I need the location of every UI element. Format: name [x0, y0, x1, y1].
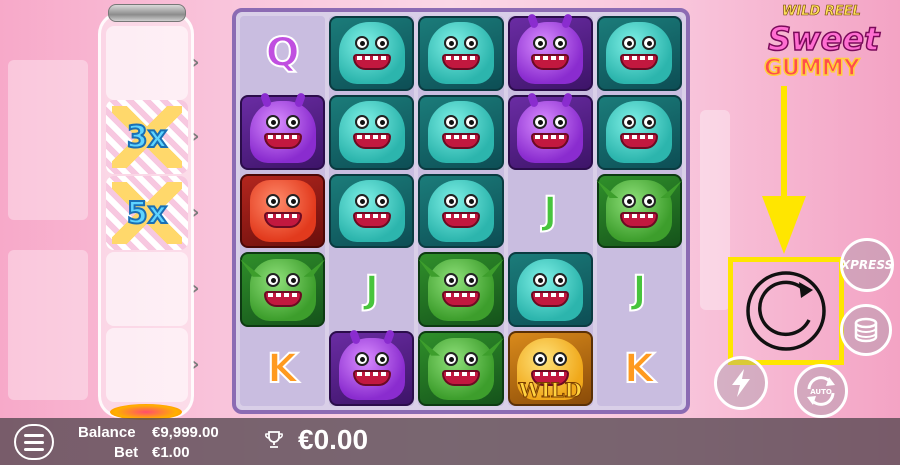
autoplay-icon: AUTO: [807, 376, 835, 406]
reel-column: J: [329, 16, 415, 406]
purple-monster-icon: [517, 13, 584, 85]
reel-symbol-monster-purple: [507, 13, 593, 91]
background-shelf: [700, 110, 730, 310]
bet-coins-button[interactable]: [840, 304, 892, 356]
balance-value: €9,999.00: [152, 424, 219, 441]
reel-symbol-monster-red: [240, 173, 326, 249]
reel-symbol-letter-J: J: [329, 252, 414, 327]
trophy-icon: [265, 431, 283, 448]
turbo-button[interactable]: [714, 356, 768, 410]
reel-symbol-monster-purple: [507, 92, 593, 170]
multiplier-slot: [106, 26, 188, 100]
multiplier-label: 3x: [126, 119, 168, 156]
reel-symbol-letter-K: K: [240, 331, 325, 406]
purple-monster-icon: [338, 328, 405, 400]
reel-symbol-letter-Q: Q: [240, 16, 325, 91]
annotation-arrow: [762, 196, 806, 254]
background-shelf: [8, 250, 88, 400]
tube-cap: [108, 4, 186, 22]
multiplier-slot: [106, 252, 188, 326]
spin-button[interactable]: [736, 266, 836, 356]
menu-icon-line: [24, 447, 44, 451]
reel-symbol-letter-J: J: [508, 174, 593, 249]
reel-grid: Q K J J WILD J K: [232, 8, 690, 414]
multiplier-slot: 3x: [106, 100, 188, 174]
teal-monster-icon: [427, 22, 494, 85]
menu-icon-line: [24, 440, 44, 444]
teal-monster-icon: [606, 22, 673, 85]
letter-j-symbol: J: [542, 188, 558, 234]
purple-monster-icon: [517, 92, 584, 164]
reel-symbol-wild: WILD: [507, 331, 593, 406]
reel-symbol-monster-teal: [329, 16, 415, 91]
reel-symbol-monster-teal: [418, 94, 504, 170]
reel-symbol-monster-green: [596, 173, 683, 249]
lightning-icon: [732, 369, 750, 397]
teal-monster-icon: [427, 179, 494, 242]
xpress-button[interactable]: XPRESS: [840, 238, 894, 292]
reel-symbol-monster-teal: [418, 16, 504, 91]
teal-monster-icon: [427, 101, 494, 164]
background-shelf: [8, 60, 88, 220]
reel-column: [417, 16, 504, 406]
reel-symbol-monster-teal: [329, 94, 415, 170]
reel-symbol-monster-teal: [596, 16, 682, 91]
letter-j-symbol: J: [364, 267, 380, 313]
autoplay-button[interactable]: AUTO: [794, 364, 848, 418]
auto-label: AUTO: [810, 388, 832, 396]
reel-symbol-monster-purple: [329, 328, 415, 406]
reel-symbol-monster-green: [417, 331, 504, 406]
teal-monster-icon: [338, 22, 405, 85]
multiplier-label: 5x: [126, 195, 168, 232]
bet-value: €1.00: [152, 444, 190, 461]
teal-monster-icon: [517, 258, 584, 321]
reel-symbol-monster-teal: [596, 94, 682, 170]
reel-symbol-monster-green: [239, 252, 326, 328]
chevron-right-icon: ›: [192, 354, 200, 375]
red-monster-icon: [249, 179, 316, 242]
reel-column: J WILD: [507, 13, 593, 406]
multiplier-slot: [106, 328, 188, 402]
reel-symbol-monster-teal: [507, 252, 593, 328]
reel-symbol-monster-green: [417, 252, 504, 328]
green-monster-icon: [239, 258, 326, 321]
green-monster-icon: [596, 179, 683, 242]
menu-icon-line: [24, 433, 44, 437]
reel-symbol-letter-K: K: [597, 331, 682, 406]
logo-wild-reel: WILD REEL: [782, 4, 861, 20]
reel-symbol-letter-J: J: [597, 252, 682, 327]
wild-label: WILD: [518, 378, 582, 403]
logo-gummy: GUMMY: [763, 55, 860, 82]
reel-column: QK: [239, 16, 326, 406]
logo-sweet: Sweet: [767, 19, 880, 59]
green-monster-icon: [417, 258, 504, 321]
coins-icon: [854, 317, 878, 343]
game-logo: WILD REEL Sweet GUMMY: [758, 4, 894, 86]
chevron-right-icon: ›: [192, 126, 200, 147]
reel-column: JK: [596, 16, 683, 406]
purple-monster-icon: [249, 92, 316, 164]
spin-icon: [746, 271, 826, 351]
menu-button[interactable]: [14, 424, 54, 460]
xpress-label: XPRESS: [840, 258, 894, 272]
teal-monster-icon: [338, 179, 405, 242]
reel-symbol-monster-purple: [240, 92, 326, 170]
letter-j-symbol: J: [631, 267, 647, 313]
multiplier-slot: 5x: [106, 176, 188, 250]
teal-monster-icon: [606, 101, 673, 164]
letter-k-symbol: K: [266, 345, 299, 393]
green-monster-icon: [417, 337, 504, 400]
reel-symbol-monster-teal: [418, 173, 504, 249]
chevron-right-icon: ›: [192, 52, 200, 73]
win-amount: €0.00: [298, 424, 369, 455]
balance-label: Balance: [78, 424, 136, 441]
teal-monster-icon: [338, 101, 405, 164]
chevron-right-icon: ›: [192, 278, 200, 299]
annotation-line: [781, 86, 787, 204]
bet-label: Bet: [114, 444, 139, 461]
reel-symbol-monster-teal: [329, 173, 415, 249]
letter-k-symbol: K: [623, 345, 656, 393]
letter-q-symbol: Q: [265, 29, 301, 77]
chevron-right-icon: ›: [192, 202, 200, 223]
